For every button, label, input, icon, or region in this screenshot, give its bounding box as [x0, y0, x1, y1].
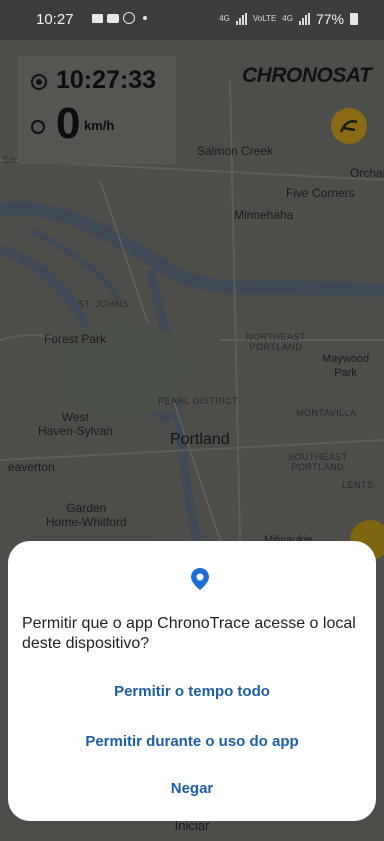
- status-right: 4G VoLTE 4G 77%: [219, 11, 358, 27]
- map-label-northeast-portland: NORTHEAST PORTLAND: [246, 332, 306, 352]
- signal-icon-2: [298, 13, 310, 25]
- map-label-montavilla: MONTAVILLA: [296, 408, 357, 418]
- whatsapp-icon: [123, 12, 135, 24]
- clock-icon: [31, 74, 47, 90]
- gallery-icon: [92, 13, 103, 23]
- notification-icons: [92, 12, 147, 24]
- allow-always-button[interactable]: Permitir o tempo todo: [8, 683, 376, 700]
- map-label-lents: LENTS: [342, 480, 374, 490]
- battery-icon: [350, 13, 358, 25]
- network-label-3: 4G: [282, 14, 293, 23]
- map-label-pearl-district: PEARL DISTRICT: [158, 396, 239, 406]
- map-label-five-corners: Five Corners: [286, 186, 355, 200]
- map-label-garden-home: Garden Home-Whitford: [46, 501, 127, 529]
- network-label-1: 4G: [219, 14, 230, 23]
- location-pin-icon: [191, 568, 209, 590]
- signal-icon: [235, 13, 247, 25]
- speed-unit: km/h: [84, 118, 115, 133]
- map-label-minnehaha: Minnehaha: [234, 208, 294, 222]
- map-label-forest-park: Forest Park: [44, 332, 107, 346]
- map-label-maywood-park: Maywood Park: [322, 353, 370, 379]
- permission-dialog: Permitir que o app ChronoTrace acesse o …: [8, 541, 376, 821]
- deny-button[interactable]: Negar: [8, 780, 376, 797]
- speedometer-icon: [31, 120, 45, 134]
- map-label-portland: Portland: [170, 431, 230, 448]
- map-label-orchards: Orchar: [350, 166, 384, 180]
- screen: 10:27 4G VoLTE 4G 77% Salmon Creek Orcha…: [0, 0, 384, 841]
- tracking-info-panel: 10:27:33 0 km/h: [18, 56, 176, 164]
- message-icon: [107, 13, 119, 23]
- more-notifications-icon: [143, 16, 147, 20]
- network-label-2: VoLTE: [252, 14, 277, 23]
- status-bar: 10:27 4G VoLTE 4G 77%: [0, 0, 384, 40]
- status-time: 10:27: [36, 11, 74, 28]
- map-label-beaverton: eaverton: [8, 460, 55, 474]
- map-label-salmon-creek: Salmon Creek: [197, 144, 274, 158]
- map-label-west-haven: West Haven-Sylvan: [38, 410, 113, 438]
- map-label-southeast-portland: SOUTHEAST PORTLAND: [288, 452, 348, 472]
- brand-logo: CHRONOSAT: [242, 64, 372, 87]
- allow-while-using-button[interactable]: Permitir durante o uso do app: [8, 733, 376, 750]
- speed-value: 0: [56, 99, 81, 148]
- clock-time: 10:27:33: [56, 66, 157, 94]
- chronosat-icon: [339, 120, 358, 133]
- brand-menu-button[interactable]: [331, 108, 367, 144]
- permission-message: Permitir que o app ChronoTrace acesse o …: [22, 615, 356, 652]
- battery-percent: 77%: [315, 11, 344, 27]
- map-label-st-johns: ST. JOHNS: [78, 299, 129, 309]
